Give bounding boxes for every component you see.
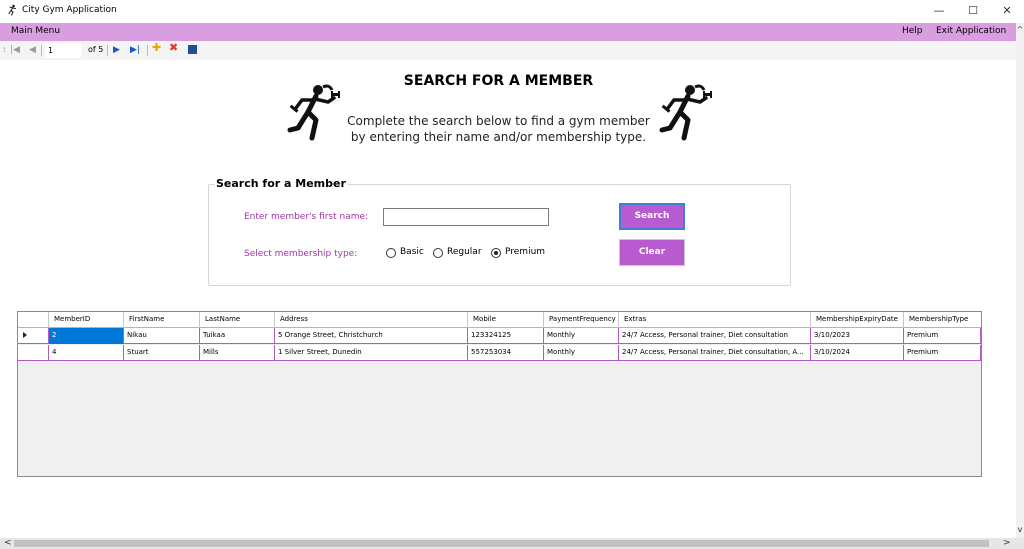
radio-label: Premium	[505, 247, 546, 257]
window-title: City Gym Application	[22, 5, 117, 15]
table-cell[interactable]: 4	[49, 345, 124, 361]
runner-icon	[659, 84, 712, 141]
row-header[interactable]	[18, 328, 49, 344]
radio-circle[interactable]	[491, 248, 501, 258]
clear-button[interactable]: Clear	[619, 239, 685, 266]
grip-icon[interactable]: ⁞	[3, 44, 6, 56]
table-cell[interactable]: 24/7 Access, Personal trainer, Diet cons…	[619, 328, 811, 344]
table-cell[interactable]: Monthly	[544, 328, 619, 344]
move-last-icon[interactable]: ▶|	[130, 44, 140, 56]
radio-label: Basic	[400, 247, 424, 257]
search-button[interactable]: Search	[619, 203, 685, 230]
runner-icon	[8, 4, 17, 16]
table-row[interactable]: 4 Stuart Mills 1 Silver Street, Dunedin …	[18, 345, 981, 361]
column-header[interactable]: PaymentFrequency	[544, 312, 619, 328]
search-group-box	[208, 184, 791, 286]
page-subtitle: Complete the search below to find a gym …	[347, 114, 650, 128]
table-cell[interactable]: Monthly	[544, 345, 619, 361]
grid-header-row: MemberID FirstName LastName Address Mobi…	[18, 312, 981, 328]
row-header-corner[interactable]	[18, 312, 49, 328]
toolbar-separator	[107, 45, 108, 56]
menu-exit-application[interactable]: Exit Application	[936, 26, 1006, 36]
move-previous-icon[interactable]: ◀	[29, 44, 36, 56]
binding-navigator: ⁞ |◀ ◀ of 5 ▶ ▶| ✚ ✖	[0, 41, 1016, 60]
table-cell[interactable]: Mills	[200, 345, 275, 361]
first-name-label: Enter member's first name:	[244, 212, 369, 222]
column-header[interactable]: LastName	[200, 312, 275, 328]
table-cell[interactable]: 2	[49, 328, 124, 344]
record-count-label: of 5	[88, 45, 104, 54]
minimize-button[interactable]: —	[922, 0, 956, 23]
add-new-icon[interactable]: ✚	[152, 42, 161, 54]
membership-type-label: Select membership type:	[244, 249, 358, 259]
table-cell[interactable]: Premium	[904, 328, 981, 344]
column-header[interactable]: FirstName	[124, 312, 200, 328]
table-cell[interactable]: 1 Silver Street, Dunedin	[275, 345, 468, 361]
column-header[interactable]: MemberID	[49, 312, 124, 328]
table-cell[interactable]: Premium	[904, 345, 981, 361]
page-title: SEARCH FOR A MEMBER	[403, 73, 594, 89]
radio-circle[interactable]	[433, 248, 443, 258]
table-cell[interactable]: Nikau	[124, 328, 200, 344]
table-cell[interactable]: Stuart	[124, 345, 200, 361]
group-title: Search for a Member	[214, 177, 348, 190]
radio-circle[interactable]	[386, 248, 396, 258]
current-row-arrow-icon	[23, 332, 27, 338]
table-cell[interactable]: 123324125	[468, 328, 544, 344]
maximize-button[interactable]: ☐	[956, 0, 990, 23]
column-header[interactable]: Mobile	[468, 312, 544, 328]
radio-label: Regular	[447, 247, 482, 257]
menu-main-menu[interactable]: Main Menu	[11, 26, 60, 36]
first-name-input[interactable]	[383, 208, 549, 226]
column-header[interactable]: Extras	[619, 312, 811, 328]
table-cell[interactable]: Tuikaa	[200, 328, 275, 344]
toolbar-separator	[41, 45, 42, 56]
toolbar-separator	[147, 45, 148, 56]
scroll-down-icon[interactable]: v	[1016, 525, 1024, 534]
table-cell[interactable]: 24/7 Access, Personal trainer, Diet cons…	[619, 345, 811, 361]
runner-icon	[287, 84, 340, 141]
scroll-left-icon[interactable]: <	[4, 538, 12, 548]
row-header[interactable]	[18, 345, 49, 361]
vertical-scrollbar[interactable]: ^ v	[1016, 23, 1024, 538]
title-bar: City Gym Application — ☐ ✕	[0, 0, 1024, 23]
table-cell[interactable]: 3/10/2024	[811, 345, 904, 361]
page-subtitle: by entering their name and/or membership…	[350, 130, 647, 144]
menu-bar: Main Menu Help Exit Application	[0, 23, 1016, 41]
horizontal-scrollbar[interactable]: < >	[0, 538, 1024, 549]
save-icon[interactable]	[188, 45, 197, 54]
column-header[interactable]: MembershipExpiryDate	[811, 312, 904, 328]
position-input[interactable]	[45, 43, 81, 58]
members-data-grid[interactable]: MemberID FirstName LastName Address Mobi…	[17, 311, 982, 477]
scrollbar-thumb[interactable]	[14, 540, 989, 547]
table-cell[interactable]: 557253034	[468, 345, 544, 361]
menu-help[interactable]: Help	[902, 26, 923, 36]
table-row[interactable]: 2 Nikau Tuikaa 5 Orange Street, Christch…	[18, 328, 981, 344]
column-header[interactable]: MembershipType	[904, 312, 981, 328]
move-first-icon[interactable]: |◀	[10, 44, 20, 56]
table-cell[interactable]: 5 Orange Street, Christchurch	[275, 328, 468, 344]
move-next-icon[interactable]: ▶	[113, 44, 120, 56]
delete-icon[interactable]: ✖	[169, 42, 178, 54]
scroll-right-icon[interactable]: >	[1003, 538, 1011, 548]
close-button[interactable]: ✕	[990, 0, 1024, 23]
column-header[interactable]: Address	[275, 312, 468, 328]
table-cell[interactable]: 3/10/2023	[811, 328, 904, 344]
scroll-up-icon[interactable]: ^	[1016, 25, 1024, 34]
